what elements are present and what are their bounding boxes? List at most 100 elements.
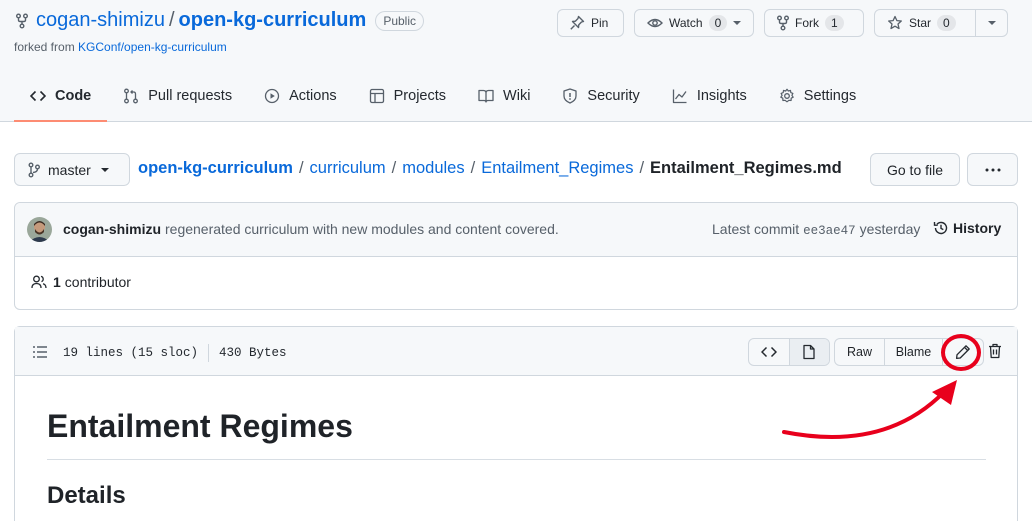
markdown-heading-2: Details	[47, 482, 986, 521]
contributor-count: 1	[53, 274, 61, 290]
breadcrumb-modules-link[interactable]: modules	[402, 159, 464, 178]
fork-label: Fork	[795, 16, 819, 30]
code-icon	[30, 88, 46, 104]
file-lines: 19 lines (15 sloc)	[63, 346, 199, 360]
tab-pull-requests[interactable]: Pull requests	[107, 70, 248, 122]
git-branch-icon	[28, 162, 40, 178]
go-to-file-button[interactable]: Go to file	[870, 153, 960, 186]
fork-button[interactable]: Fork 1	[764, 9, 864, 37]
tab-label: Code	[55, 88, 92, 104]
watch-counter: 0	[708, 15, 728, 31]
view-mode-toggle	[748, 338, 830, 366]
star-button[interactable]: Star 0	[874, 9, 1008, 37]
file-info-divider	[208, 344, 210, 362]
tab-settings[interactable]: Settings	[763, 70, 872, 122]
code-icon	[760, 344, 777, 360]
display-rendered-button[interactable]	[788, 339, 829, 365]
commit-row: cogan-shimizu regenerated curriculum wit…	[15, 203, 1017, 257]
branch-selector-button[interactable]: master	[14, 153, 130, 186]
tab-label: Insights	[696, 88, 747, 104]
repo-forked-icon	[16, 13, 28, 29]
breadcrumb-separator: /	[470, 159, 476, 177]
chevron-down-icon	[732, 20, 742, 26]
breadcrumb-folder-link[interactable]: Entailment_Regimes	[481, 159, 633, 178]
file-size: 430 Bytes	[219, 346, 287, 360]
list-unordered-icon[interactable]	[32, 344, 48, 360]
tab-label: Pull requests	[148, 88, 233, 104]
tab-label: Wiki	[503, 88, 531, 104]
latest-commit-label: Latest commit	[712, 221, 800, 237]
graph-icon	[672, 88, 688, 104]
watch-label: Watch	[669, 16, 703, 30]
avatar[interactable]	[27, 217, 52, 242]
forked-source-link[interactable]: KGConf/open-kg-curriculum	[78, 40, 227, 54]
tab-insights[interactable]: Insights	[656, 70, 763, 122]
contributor-label: contributor	[64, 274, 131, 290]
repo-name-link[interactable]: open-kg-curriculum	[179, 9, 367, 32]
trash-icon[interactable]	[988, 343, 1002, 359]
blame-button[interactable]: Blame	[885, 339, 943, 365]
fork-icon	[777, 15, 789, 31]
repo-tabs: Code Pull requests Actions Projects Wiki	[14, 70, 872, 122]
forked-from-label: forked from	[14, 40, 75, 54]
file-icon	[801, 344, 817, 360]
breadcrumb: open-kg-curriculum / curriculum / module…	[138, 159, 842, 178]
pin-icon	[569, 15, 585, 31]
file-viewer: 19 lines (15 sloc) 430 Bytes Raw Blame E…	[14, 326, 1018, 521]
repo-separator: /	[168, 9, 175, 31]
history-icon	[933, 220, 949, 236]
repo-owner-link[interactable]: cogan-shimizu	[36, 9, 165, 32]
history-label: History	[953, 220, 1002, 236]
book-icon	[478, 88, 494, 104]
forked-from-text: forked from KGConf/open-kg-curriculum	[14, 40, 227, 54]
tab-label: Projects	[393, 88, 447, 104]
breadcrumb-repo-link[interactable]: open-kg-curriculum	[138, 159, 293, 178]
kebab-horizontal-icon	[985, 168, 1001, 172]
file-info: 19 lines (15 sloc) 430 Bytes	[63, 344, 287, 362]
commit-message[interactable]: regenerated curriculum with new modules …	[165, 221, 559, 237]
chevron-down-icon	[100, 167, 110, 173]
star-split-divider	[975, 10, 976, 36]
breadcrumb-separator: /	[298, 159, 304, 177]
star-list-chevron-down-icon[interactable]	[987, 20, 997, 26]
gear-icon	[779, 88, 795, 104]
repo-header: cogan-shimizu / open-kg-curriculum Publi…	[0, 0, 1032, 122]
pull-request-icon	[123, 88, 139, 104]
commit-time: yesterday	[859, 221, 921, 237]
people-icon	[31, 274, 47, 290]
tab-security[interactable]: Security	[546, 70, 655, 122]
star-counter: 0	[937, 15, 956, 31]
contributors-row[interactable]: 1 contributor	[31, 274, 131, 290]
tab-projects[interactable]: Projects	[353, 70, 462, 122]
visibility-badge: Public	[375, 10, 424, 31]
repo-title: cogan-shimizu / open-kg-curriculum Publi…	[16, 9, 424, 32]
commit-hash-link[interactable]: ee3ae47	[803, 224, 856, 238]
table-icon	[369, 88, 385, 104]
watch-button[interactable]: Watch 0	[634, 9, 754, 37]
commit-meta: Latest commit ee3ae47 yesterday	[712, 221, 920, 238]
star-icon	[887, 15, 903, 31]
tab-actions[interactable]: Actions	[248, 70, 353, 122]
raw-button[interactable]: Raw	[835, 339, 885, 365]
shield-icon	[562, 88, 578, 104]
pin-button[interactable]: Pin	[557, 9, 624, 37]
tab-code[interactable]: Code	[14, 70, 108, 122]
branch-name: master	[48, 161, 91, 178]
display-source-button[interactable]	[749, 339, 789, 365]
markdown-heading-1: Entailment Regimes	[47, 408, 986, 460]
markdown-body: Entailment Regimes Details	[47, 376, 987, 521]
history-link[interactable]: History	[933, 220, 1001, 236]
commit-author-link[interactable]: cogan-shimizu	[63, 221, 161, 237]
breadcrumb-separator: /	[639, 159, 645, 177]
more-options-button[interactable]	[967, 153, 1018, 186]
tab-wiki[interactable]: Wiki	[462, 70, 546, 122]
fork-counter: 1	[825, 15, 844, 31]
eye-icon	[647, 15, 663, 31]
latest-commit-box: cogan-shimizu regenerated curriculum wit…	[14, 202, 1018, 310]
breadcrumb-curriculum-link[interactable]: curriculum	[310, 159, 386, 178]
edit-file-button[interactable]	[943, 339, 983, 365]
tab-label: Security	[587, 88, 640, 104]
pin-label: Pin	[591, 16, 609, 30]
tab-label: Actions	[289, 88, 337, 104]
breadcrumb-separator: /	[391, 159, 397, 177]
